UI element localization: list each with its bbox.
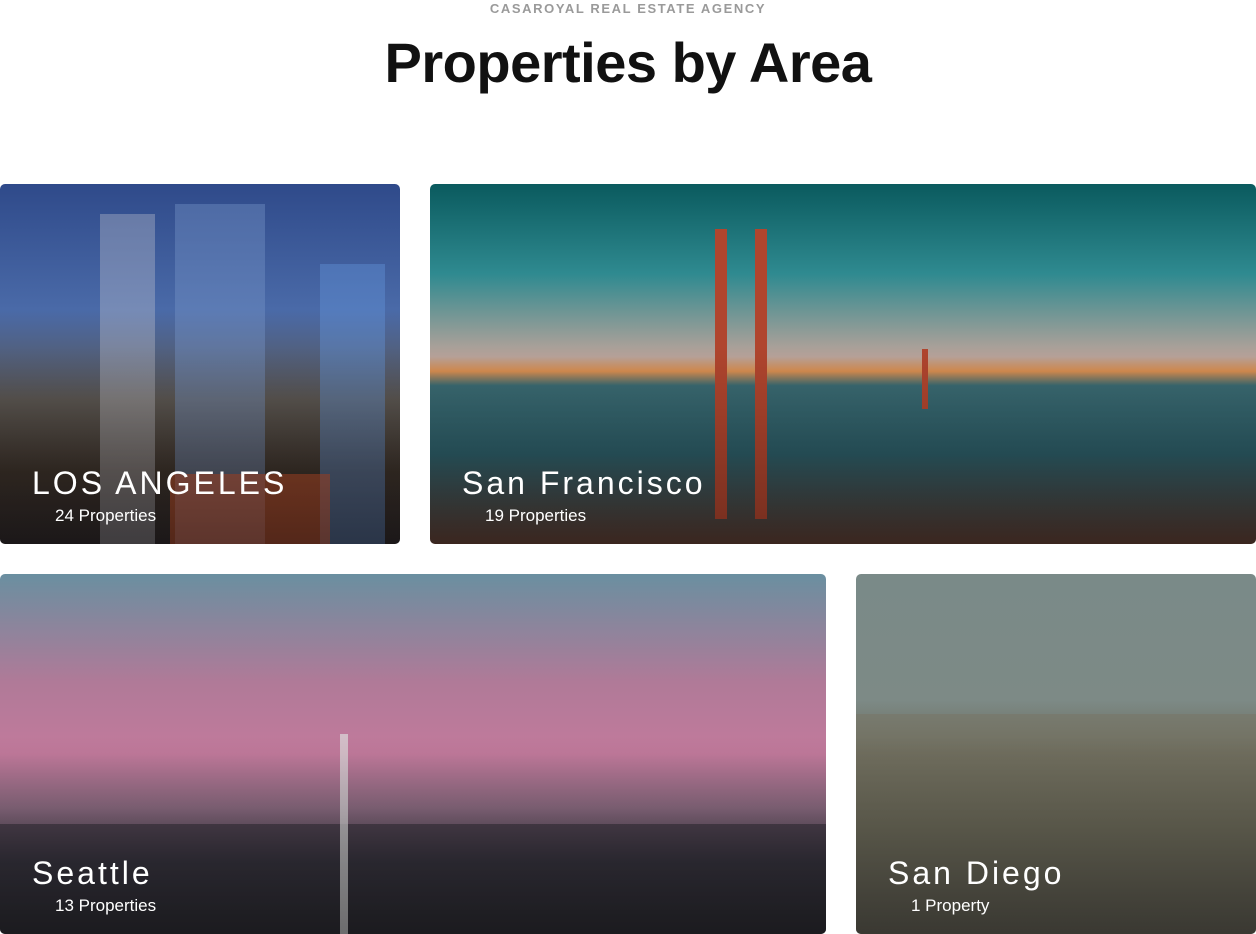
area-count: 1 Property bbox=[911, 896, 990, 915]
area-card-seattle[interactable]: Seattle 13 Properties bbox=[0, 574, 826, 934]
agency-eyebrow: CASAROYAL REAL ESTATE AGENCY bbox=[489, 1, 767, 16]
area-count: 24 Properties bbox=[55, 506, 157, 525]
area-name: San Francisco bbox=[462, 465, 706, 501]
title-bold: Properties bbox=[384, 31, 658, 94]
area-count: 13 Properties bbox=[55, 896, 157, 915]
page-title: Properties by Area bbox=[0, 30, 1256, 95]
area-count: 19 Properties bbox=[485, 506, 587, 525]
area-name: LOS ANGELES bbox=[32, 465, 288, 501]
area-card-san-francisco[interactable]: San Francisco 19 Properties bbox=[430, 184, 1256, 544]
area-name: San Diego bbox=[888, 855, 1065, 891]
area-card-san-diego[interactable]: San Diego 1 Property bbox=[856, 574, 1256, 934]
title-rest: by Area bbox=[656, 31, 872, 94]
area-card-los-angeles[interactable]: LOS ANGELES 24 Properties bbox=[0, 184, 400, 544]
area-name: Seattle bbox=[32, 855, 153, 891]
